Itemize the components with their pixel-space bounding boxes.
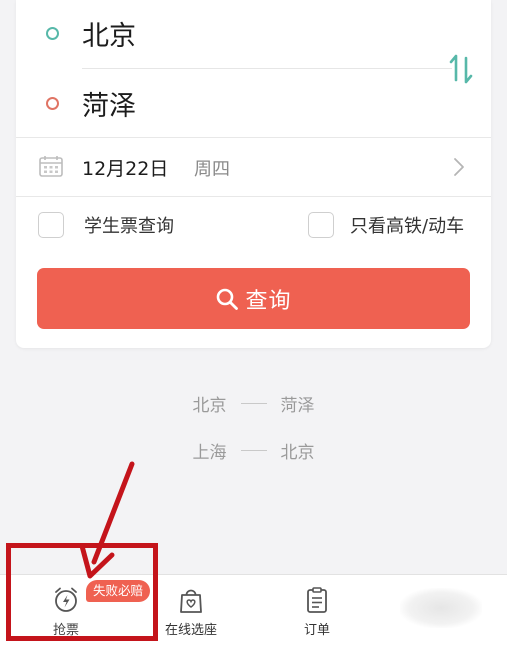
from-station[interactable]: 北京 [82,14,136,53]
departure-date: 12月22日 [82,158,169,180]
student-ticket-option[interactable]: 学生票查询 [38,208,174,242]
divider [16,196,491,197]
clipboard-icon [307,587,327,613]
high-speed-only-option[interactable]: 只看高铁/动车 [308,208,464,242]
tab-orders[interactable]: 订单 [280,575,354,648]
date-row[interactable]: 12月22日 周四 [16,138,491,196]
history-item[interactable]: 北京 菏泽 [0,388,507,418]
tab-online-seat[interactable]: 在线选座 [150,575,232,648]
from-station-dot-icon [46,26,59,40]
train-ticket-page: 北京 菏泽 12月22日 周四 学生票查询 只看高铁/动车 查询 北京 菏泽 上… [0,0,507,648]
seat-bag-icon [180,589,202,613]
search-card: 北京 菏泽 12月22日 周四 学生票查询 只看高铁/动车 查询 [16,0,491,348]
annotation-arrow-icon [79,461,135,579]
search-icon [217,288,239,310]
to-station-row[interactable]: 菏泽 [16,70,436,136]
query-button-label: 查询 [245,288,292,314]
student-ticket-checkbox[interactable] [38,212,64,238]
chevron-right-icon [454,158,464,176]
history-separator [240,449,267,451]
tab-orders-label: 订单 [303,623,330,638]
history-to: 北京 [280,442,315,463]
history-separator [240,402,267,404]
departure-weekday: 周四 [194,159,230,180]
from-station-row[interactable]: 北京 [16,0,436,66]
station-divider [82,68,452,69]
history-from: 上海 [192,442,227,463]
student-ticket-label: 学生票查询 [84,216,174,237]
swap-stations-icon[interactable] [448,52,474,86]
history-to: 菏泽 [280,395,315,416]
high-speed-only-checkbox[interactable] [308,212,334,238]
calendar-icon [39,156,63,177]
high-speed-only-label: 只看高铁/动车 [350,216,465,237]
query-button[interactable]: 查询 [37,268,470,329]
tab-online-seat-label: 在线选座 [164,623,217,638]
history-from: 北京 [192,395,227,416]
to-station[interactable]: 菏泽 [82,84,136,123]
tab-mine-blurred[interactable] [400,588,482,628]
to-station-dot-icon [46,96,59,110]
